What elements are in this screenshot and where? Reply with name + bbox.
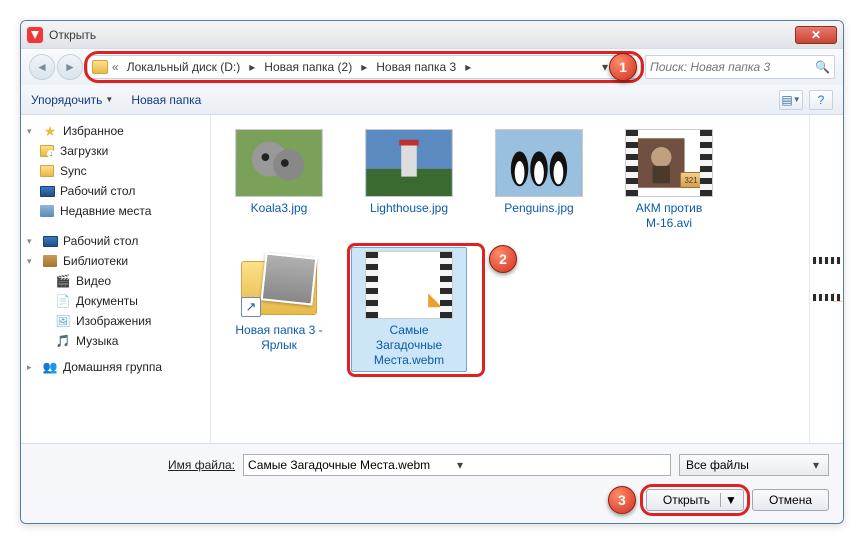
recent-icon [40,205,54,217]
dialog-footer: Имя файла: Самые Загадочные Места.webm ▾… [21,443,843,524]
tree-collapse-icon[interactable]: ▾ [27,236,37,247]
downloads-icon [40,145,54,157]
open-button[interactable]: Открыть ▼ [646,489,744,511]
file-item-image[interactable]: Lighthouse.jpg [351,125,467,235]
player-badge-icon: 321 [680,172,702,188]
app-icon [27,27,43,43]
star-icon: ★ [42,123,58,139]
annotation-callout-2: 2 [489,245,517,273]
close-button[interactable]: ✕ [795,26,837,44]
sidebar: ▾ ★ Избранное Загрузки Sync Рабочий стол… [21,115,211,443]
file-label: Самые Загадочные Места.webm [355,323,463,368]
sidebar-item-videos[interactable]: 🎬Видео [25,271,206,291]
file-label: Koala3.jpg [251,201,308,216]
libraries-icon [43,255,57,267]
tree-collapse-icon[interactable]: ▾ [27,126,37,137]
sidebar-item-recent[interactable]: Недавние места [25,201,206,221]
sidebar-homegroup[interactable]: ▸ 👥 Домашняя группа [25,357,206,377]
cancel-button[interactable]: Отмена [752,489,829,511]
file-item-video-selected[interactable]: ◣ Самые Загадочные Места.webm [351,247,467,372]
sidebar-favorites[interactable]: ▾ ★ Избранное [25,121,206,141]
chevron-right-icon[interactable]: ▸ [358,60,370,74]
preview-pane: ◣ [809,115,843,443]
play-badge-icon: ◣ [428,289,442,310]
file-list[interactable]: Koala3.jpg Lighthouse.jpg Penguins.jpg 3… [211,115,843,443]
play-badge-icon: ◣ [833,289,842,303]
music-icon: 🎵 [55,333,71,349]
file-open-dialog: Открыть ✕ ◄ ► « Локальный диск (D:) ▸ Но… [20,20,844,524]
new-folder-button[interactable]: Новая папка [131,93,201,107]
sidebar-item-sync[interactable]: Sync [25,161,206,181]
file-label: Новая папка 3 - Ярлык [225,323,333,353]
breadcrumb-seg-1[interactable]: Новая папка (2) [260,58,356,76]
titlebar: Открыть ✕ [21,21,843,49]
folder-icon [92,60,108,74]
window-title: Открыть [49,28,795,42]
file-item-image[interactable]: Penguins.jpg [481,125,597,235]
nav-arrows: ◄ ► [29,54,83,80]
nav-back-button[interactable]: ◄ [29,54,55,80]
nav-forward-button[interactable]: ► [57,54,83,80]
desktop-icon [43,236,58,247]
file-item-image[interactable]: Koala3.jpg [221,125,337,235]
video-thumbnail: 321 [625,129,713,197]
file-item-video[interactable]: 321 АКМ против М-16.avi [611,125,727,235]
tree-expand-icon[interactable]: ▸ [27,362,37,373]
breadcrumb-prefix: « [110,60,121,74]
homegroup-icon: 👥 [42,359,58,375]
file-label: АКМ против М-16.avi [615,201,723,231]
filename-combobox[interactable]: Самые Загадочные Места.webm ▾ [243,454,671,476]
chevron-down-icon[interactable]: ▾ [810,458,822,472]
sidebar-item-pictures[interactable]: 🖼Изображения [25,311,206,331]
annotation-callout-3: 3 [608,486,636,514]
preview-thumbnail: ◣ [813,257,841,301]
view-options-button[interactable]: ▤ ▼ [779,90,803,110]
toolbar: Упорядочить ▼ Новая папка ▤ ▼ ? [21,85,843,115]
body-area: ▾ ★ Избранное Загрузки Sync Рабочий стол… [21,115,843,443]
folder-icon [40,165,54,177]
annotation-callout-1: 1 [609,53,637,81]
file-item-folder-shortcut[interactable]: ↗ Новая папка 3 - Ярлык [221,247,337,372]
sidebar-item-documents[interactable]: 📄Документы [25,291,206,311]
navbar: ◄ ► « Локальный диск (D:) ▸ Новая папка … [21,49,843,85]
document-icon: 📄 [55,293,71,309]
sidebar-item-desktop[interactable]: Рабочий стол [25,181,206,201]
breadcrumb-bar[interactable]: « Локальный диск (D:) ▸ Новая папка (2) … [87,55,641,79]
pictures-icon: 🖼 [55,313,71,329]
file-label: Penguins.jpg [504,201,573,216]
chevron-right-icon[interactable]: ▸ [246,60,258,74]
desktop-icon [40,186,55,197]
sidebar-item-music[interactable]: 🎵Музыка [25,331,206,351]
filename-label: Имя файла: [35,458,235,472]
tree-collapse-icon[interactable]: ▾ [27,256,37,267]
chevron-right-icon[interactable]: ▸ [462,60,474,74]
breadcrumb-seg-0[interactable]: Локальный диск (D:) [123,58,245,76]
image-thumbnail [495,129,583,197]
sidebar-desktop-root[interactable]: ▾ Рабочий стол [25,231,206,251]
file-label: Lighthouse.jpg [370,201,448,216]
organize-button[interactable]: Упорядочить ▼ [31,93,113,107]
open-split-dropdown[interactable]: ▼ [720,493,739,507]
folder-thumbnail: ↗ [235,251,323,319]
filename-value: Самые Загадочные Места.webm [248,458,454,472]
image-thumbnail [235,129,323,197]
breadcrumb-seg-2[interactable]: Новая папка 3 [372,58,460,76]
filetype-combobox[interactable]: Все файлы ▾ [679,454,829,476]
search-icon: 🔍 [815,60,830,74]
sidebar-libraries[interactable]: ▾ Библиотеки [25,251,206,271]
video-icon: 🎬 [55,273,71,289]
image-thumbnail [365,129,453,197]
chevron-down-icon: ▼ [105,95,113,104]
sidebar-item-downloads[interactable]: Загрузки [25,141,206,161]
video-thumbnail: ◣ [365,251,453,319]
search-box[interactable]: 🔍 [645,55,835,79]
chevron-down-icon[interactable]: ▾ [454,458,666,472]
help-button[interactable]: ? [809,90,833,110]
search-input[interactable] [650,60,815,74]
shortcut-arrow-icon: ↗ [241,297,261,317]
